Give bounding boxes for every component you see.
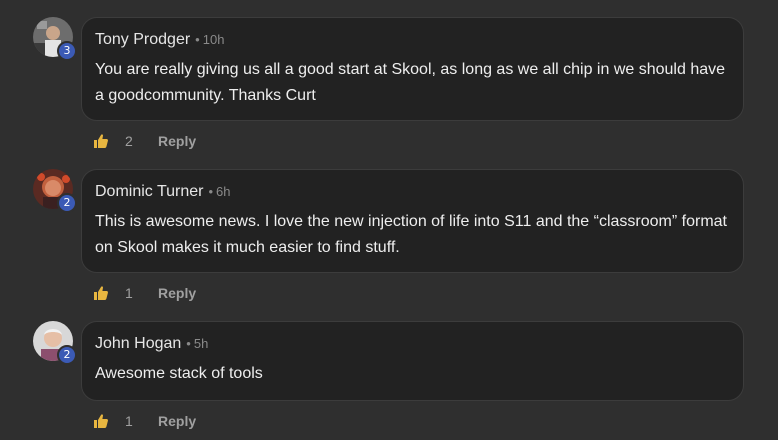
comment-bubble: Tony Prodger • 10h You are really giving u… <box>81 17 744 121</box>
comment-meta: Tony Prodger • 10h <box>95 31 224 49</box>
like-count: 1 <box>125 413 133 429</box>
meta-separator: • <box>208 184 214 199</box>
like-count: 1 <box>125 285 133 301</box>
thumbs-up-icon[interactable] <box>93 413 109 429</box>
thumbs-up-icon[interactable] <box>93 285 109 301</box>
reply-button[interactable]: Reply <box>158 133 196 149</box>
comment-bubble: John Hogan • 5h Awesome stack of tools <box>81 321 744 401</box>
thumbs-up-icon[interactable] <box>93 133 109 149</box>
level-badge: 2 <box>57 193 77 213</box>
meta-separator: • <box>186 336 191 351</box>
comment-actions: 1 Reply <box>93 282 196 304</box>
author-name[interactable]: Dominic Turner <box>95 183 203 200</box>
comment-meta: Dominic Turner • 6h <box>95 183 231 201</box>
comment-timestamp[interactable]: 6h <box>216 184 230 199</box>
comment-text: Awesome stack of tools <box>95 365 263 382</box>
comment-timestamp[interactable]: 10h <box>203 32 225 47</box>
level-badge: 3 <box>57 41 77 61</box>
comment-meta: John Hogan • 5h <box>95 335 208 353</box>
reply-button[interactable]: Reply <box>158 285 196 301</box>
comment-actions: 2 Reply <box>93 130 196 152</box>
level-badge: 2 <box>57 345 77 365</box>
comment-bubble: Dominic Turner • 6h This is awesome news. … <box>81 169 744 273</box>
author-name[interactable]: Tony Prodger <box>95 31 190 48</box>
comment-actions: 1 Reply <box>93 410 196 432</box>
comment-text: This is awesome news. I love the new inj… <box>95 213 727 256</box>
like-count: 2 <box>125 133 133 149</box>
meta-separator: • <box>195 32 200 47</box>
author-name[interactable]: John Hogan <box>95 335 181 352</box>
reply-button[interactable]: Reply <box>158 413 196 429</box>
comment-timestamp[interactable]: 5h <box>194 336 208 351</box>
comment-text: You are really giving us all a good star… <box>95 61 726 104</box>
